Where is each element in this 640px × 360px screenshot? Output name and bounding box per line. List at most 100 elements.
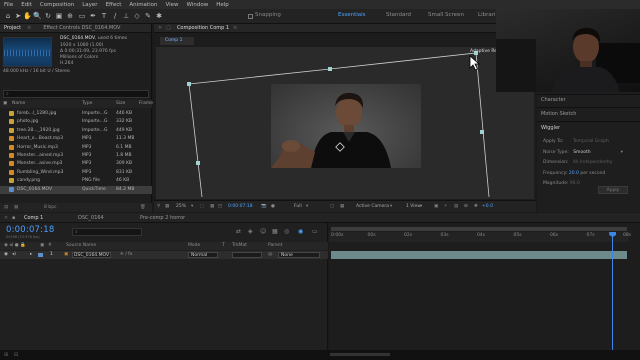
layer-row[interactable]: ◉ ◂) ▸ 1 ▣ DSC_0164.MOV ✳ / fx Normal @ …: [0, 251, 328, 259]
menu-file[interactable]: File: [0, 2, 17, 8]
timeline-timecode[interactable]: 0:00:07:18: [6, 225, 54, 235]
toggle-pixel-aspect-icon[interactable]: ▣: [434, 204, 438, 209]
workspace-essentials[interactable]: Essentials: [338, 12, 366, 18]
workspace-small-screen[interactable]: Small Screen: [428, 12, 464, 18]
col-frame[interactable]: Frame: [139, 101, 153, 106]
roto-brush-tool-icon[interactable]: ✎: [144, 12, 152, 20]
panel-character[interactable]: Character: [541, 97, 566, 103]
col-t[interactable]: T: [222, 243, 225, 248]
region-of-interest-icon[interactable]: ▢: [330, 204, 334, 209]
frequency-value[interactable]: 20.0: [569, 171, 579, 176]
magnify-icon[interactable]: ⚲: [157, 204, 160, 209]
grid-icon[interactable]: ▦: [165, 204, 169, 209]
mask-icon[interactable]: ◰: [218, 204, 222, 209]
panel-menu-icon[interactable]: ≡: [233, 25, 237, 31]
menu-edit[interactable]: Edit: [17, 2, 36, 8]
tab-composition[interactable]: Composition Comp 1: [177, 25, 229, 31]
selection-tool-icon[interactable]: ➤: [14, 12, 22, 20]
frame-blending-icon[interactable]: ▦: [272, 228, 278, 235]
apply-button[interactable]: Apply: [598, 186, 628, 194]
trkmat-dropdown[interactable]: [232, 252, 262, 258]
fast-preview-icon[interactable]: ⚡: [444, 204, 447, 209]
menu-icon[interactable]: ≡: [27, 25, 31, 31]
layer-duration-bar[interactable]: [331, 251, 627, 259]
list-item[interactable]: foreb...l_1280.jpg Importe...G 446 KB: [0, 110, 152, 118]
exposure-icon[interactable]: ✺: [474, 204, 478, 209]
pen-tool-icon[interactable]: ✒: [89, 12, 97, 20]
flowchart-icon[interactable]: ⊞: [464, 204, 468, 209]
list-item[interactable]: Rumbling_Wind.mp3 MP3 831 KB: [0, 169, 152, 177]
menu-window[interactable]: Window: [183, 2, 213, 8]
fit-icon[interactable]: ⬚: [200, 204, 204, 209]
pick-whip-icon[interactable]: @: [268, 252, 273, 257]
edge-handle[interactable]: [196, 161, 200, 165]
chevron-down-icon[interactable]: ▾: [420, 204, 422, 209]
eye-icon[interactable]: ◉: [4, 252, 8, 257]
rotate-tool-icon[interactable]: ↻: [44, 12, 52, 20]
rectangle-tool-icon[interactable]: ▭: [78, 12, 86, 20]
lock-icon[interactable]: ▢: [166, 25, 171, 31]
type-tool-icon[interactable]: T: [100, 12, 108, 20]
col-size[interactable]: Size: [116, 101, 125, 106]
snapshot-icon[interactable]: 📷: [261, 204, 267, 209]
parent-dropdown[interactable]: None: [278, 252, 320, 258]
apply-to-dropdown[interactable]: Temporal Graph: [573, 139, 609, 144]
timeline-search-input[interactable]: ⌕: [72, 228, 142, 236]
corner-handle[interactable]: [187, 82, 191, 86]
col-name[interactable]: Name: [12, 101, 25, 106]
menu-animation[interactable]: Animation: [125, 2, 161, 8]
timeline-tab-comp1[interactable]: Comp 1: [24, 215, 43, 221]
close-icon[interactable]: ✕: [4, 215, 8, 221]
label-color-swatch[interactable]: [38, 253, 43, 257]
brush-tool-icon[interactable]: /: [111, 12, 119, 20]
tab-effect-controls[interactable]: Effect Controls DSC_0164.MOV: [43, 25, 120, 31]
list-item[interactable]: Heart_o...Beast.mp3 MP3 11.3 MB: [0, 135, 152, 143]
eraser-tool-icon[interactable]: ◇: [133, 12, 141, 20]
menu-effect[interactable]: Effect: [102, 2, 126, 8]
project-search-input[interactable]: ⌕: [3, 90, 149, 98]
timeline-options-icon[interactable]: ▭: [312, 228, 318, 235]
comp-1-tab[interactable]: Comp 1: [160, 37, 194, 45]
chevron-down-icon[interactable]: ▾: [191, 204, 193, 209]
col-parent[interactable]: Parent: [268, 243, 282, 248]
toggle-modes-icon[interactable]: ⊟: [14, 352, 18, 358]
col-mode[interactable]: Mode: [188, 243, 200, 248]
magnitude-value[interactable]: 96.0: [570, 181, 580, 186]
puppet-tool-icon[interactable]: ✱: [155, 12, 163, 20]
list-item[interactable]: Monster...asive.mp3 MP3 309 KB: [0, 160, 152, 168]
menu-view[interactable]: View: [161, 2, 182, 8]
composition-mini-flowchart-icon[interactable]: ⇄: [236, 228, 241, 235]
list-item[interactable]: photo.jpg Importe...G 332 KB: [0, 118, 152, 126]
timeline-icon[interactable]: ▤: [454, 204, 458, 209]
hand-tool-icon[interactable]: ✋: [23, 12, 32, 20]
home-icon[interactable]: ⌂: [4, 12, 12, 20]
switch-icons[interactable]: ✳ / fx: [120, 252, 132, 257]
shy-icon[interactable]: ☺: [260, 228, 266, 235]
edge-handle[interactable]: [328, 67, 332, 71]
zoom-dropdown[interactable]: 25%: [176, 204, 186, 209]
snapping-checkbox[interactable]: [248, 14, 253, 19]
draft-3d-icon[interactable]: ◈: [248, 228, 253, 235]
render-queue-icon[interactable]: ▪: [12, 215, 15, 221]
exposure-value[interactable]: +0.0: [482, 204, 493, 209]
mode-dropdown[interactable]: Normal: [188, 252, 218, 258]
chevron-down-icon[interactable]: ▾: [621, 150, 623, 155]
new-folder-icon[interactable]: ▤: [4, 205, 8, 210]
chevron-down-icon[interactable]: ▾: [390, 204, 392, 209]
panel-wiggler[interactable]: Wiggler: [541, 125, 560, 131]
panel-motion-sketch[interactable]: Motion Sketch: [541, 111, 576, 117]
playhead-line[interactable]: [612, 232, 614, 350]
col-source-name[interactable]: Source Name: [66, 243, 96, 248]
noise-type-dropdown[interactable]: Smooth: [573, 150, 590, 155]
work-area-bar[interactable]: [331, 227, 627, 231]
clone-stamp-tool-icon[interactable]: ⊥: [122, 12, 130, 20]
new-comp-icon[interactable]: ▦: [14, 205, 18, 210]
dimension-dropdown[interactable]: All Independently: [573, 160, 612, 165]
edge-handle[interactable]: [480, 130, 484, 134]
menu-composition[interactable]: Composition: [36, 2, 78, 8]
graph-editor-icon[interactable]: ◉: [298, 228, 303, 235]
bpc-label[interactable]: 8 bpc: [44, 205, 56, 210]
toggle-switches-icon[interactable]: ⊞: [4, 352, 8, 358]
motion-blur-icon[interactable]: ◎: [284, 228, 289, 235]
col-type[interactable]: Type: [82, 101, 92, 106]
